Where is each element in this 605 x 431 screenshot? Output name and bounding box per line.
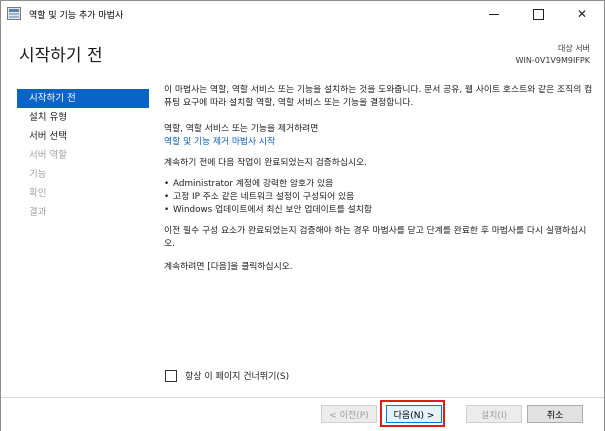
install-button[interactable]: 설치(I): [466, 405, 522, 423]
wizard-steps-nav: 시작하기 전 설치 유형 서버 선택 서버 역할 기능 확인 결과: [17, 89, 149, 222]
task-item: • 고정 IP 주소 같은 네트워크 설정이 구성되어 있음: [164, 191, 594, 204]
window-title: 역할 및 기능 추가 마법사: [29, 11, 124, 21]
title-bar[interactable]: 역할 및 기능 추가 마법사 ✕: [1, 1, 604, 27]
target-server-value: WIN-0V1V9M9IFPK: [515, 56, 590, 65]
cancel-button[interactable]: 취소: [527, 405, 583, 423]
previous-button[interactable]: < 이전(P): [321, 405, 377, 423]
task-item-label: Windows 업데이트에서 최신 보안 업데이트를 설치함: [173, 205, 372, 215]
server-manager-icon: [7, 7, 21, 20]
nav-step-results: 결과: [29, 207, 47, 218]
wizard-content: 이 마법사는 역할, 역할 서비스 또는 기능을 설치하는 것을 도와줍니다. …: [164, 84, 594, 274]
minimize-button[interactable]: [472, 1, 516, 27]
task-item: • Windows 업데이트에서 최신 보안 업데이트를 설치함: [164, 204, 594, 217]
bullet-icon: •: [164, 192, 170, 202]
nav-step-features: 기능: [29, 169, 47, 180]
skip-page-label: 항상 이 페이지 건너뛰기(S): [185, 372, 290, 382]
intro-text: 이 마법사는 역할, 역할 서비스 또는 기능을 설치하는 것을 도와줍니다. …: [164, 85, 593, 108]
task-item-label: Administrator 계정에 강력한 암호가 있음: [173, 179, 334, 189]
wizard-footer: < 이전(P) 다음(N) > 설치(I) 취소: [1, 397, 604, 431]
target-server-label: 대상 서버: [558, 44, 590, 53]
next-button[interactable]: 다음(N) >: [386, 405, 442, 423]
wizard-window: 역할 및 기능 추가 마법사 ✕ 시작하기 전 대상 서버 WIN-0V1V9M…: [0, 0, 605, 431]
minimize-icon: [489, 13, 499, 15]
maximize-button[interactable]: [516, 1, 560, 27]
remove-instructions: 역할, 역할 서비스 또는 기능을 제거하려면: [164, 124, 319, 134]
continue-text: 계속하려면 [다음]을 클릭하십시오.: [164, 262, 293, 272]
task-item: • Administrator 계정에 강력한 암호가 있음: [164, 178, 594, 191]
bullet-icon: •: [164, 179, 170, 189]
prerequisite-text: 이전 필수 구성 요소가 완료되었는지 검증해야 하는 경우 마법사를 닫고 단…: [164, 226, 587, 249]
nav-step-before-you-begin[interactable]: 시작하기 전: [17, 89, 149, 108]
maximize-icon: [532, 8, 544, 20]
wizard-header: 시작하기 전 대상 서버 WIN-0V1V9M9IFPK: [1, 27, 604, 71]
skip-page-checkbox[interactable]: [165, 369, 177, 382]
close-button[interactable]: ✕: [560, 1, 604, 27]
close-icon: ✕: [576, 7, 588, 21]
bullet-icon: •: [164, 205, 170, 215]
nav-step-confirmation: 확인: [29, 188, 47, 199]
task-list: • Administrator 계정에 강력한 암호가 있음 • 고정 IP 주소 …: [164, 178, 594, 217]
page-title: 시작하기 전: [19, 46, 103, 66]
nav-step-installation-type[interactable]: 설치 유형: [17, 108, 149, 127]
remove-wizard-link[interactable]: 역할 및 기능 제거 마법사 시작: [164, 137, 275, 147]
verify-text: 계속하기 전에 다음 작업이 완료되었는지 검증하십시오.: [164, 158, 367, 168]
task-item-label: 고정 IP 주소 같은 네트워크 설정이 구성되어 있음: [173, 192, 355, 202]
skip-page-option[interactable]: 항상 이 페이지 건너뛰기(S): [165, 369, 289, 382]
nav-step-server-selection[interactable]: 서버 선택: [17, 127, 149, 146]
nav-step-server-roles: 서버 역할: [29, 150, 67, 161]
